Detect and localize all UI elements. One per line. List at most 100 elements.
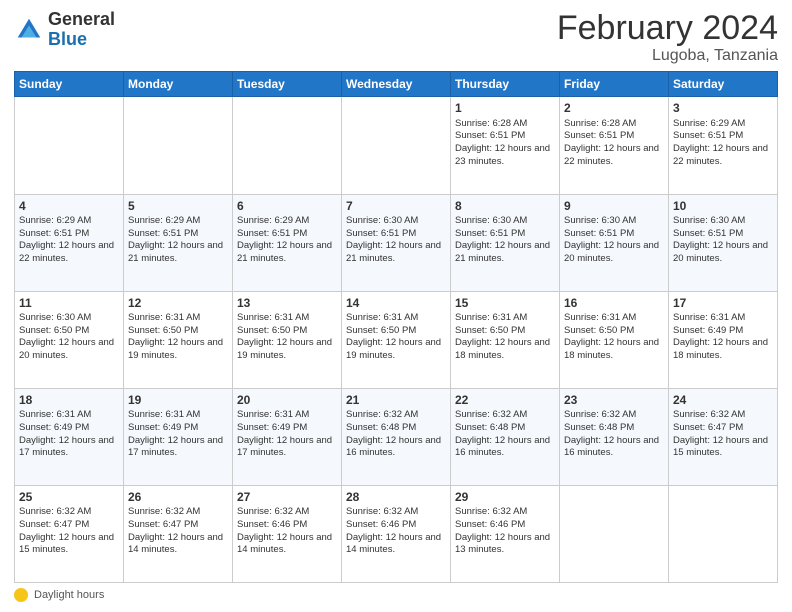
day-number: 14 <box>346 295 446 311</box>
day-info-line: Daylight: 12 hours and 19 minutes. <box>346 337 446 363</box>
day-info-line: Sunset: 6:51 PM <box>673 130 773 143</box>
calendar-cell: 4Sunrise: 6:29 AMSunset: 6:51 PMDaylight… <box>15 194 124 291</box>
calendar-cell: 29Sunrise: 6:32 AMSunset: 6:46 PMDayligh… <box>451 485 560 582</box>
day-info-line: Daylight: 12 hours and 17 minutes. <box>128 435 228 461</box>
day-info-line: Sunset: 6:49 PM <box>237 422 337 435</box>
day-info-line: Daylight: 12 hours and 14 minutes. <box>346 532 446 558</box>
day-info-line: Sunrise: 6:28 AM <box>455 118 555 131</box>
calendar-cell <box>560 485 669 582</box>
day-info-line: Daylight: 12 hours and 16 minutes. <box>455 435 555 461</box>
day-info-line: Sunrise: 6:30 AM <box>19 312 119 325</box>
day-number: 26 <box>128 489 228 505</box>
day-info-line: Sunrise: 6:32 AM <box>564 409 664 422</box>
day-number: 9 <box>564 198 664 214</box>
calendar-cell <box>233 97 342 194</box>
day-info-line: Sunrise: 6:32 AM <box>346 409 446 422</box>
calendar-week-5: 25Sunrise: 6:32 AMSunset: 6:47 PMDayligh… <box>15 485 778 582</box>
calendar-cell <box>342 97 451 194</box>
day-info-line: Sunrise: 6:32 AM <box>237 506 337 519</box>
day-number: 29 <box>455 489 555 505</box>
daylight-label: Daylight hours <box>34 589 104 601</box>
day-info-line: Daylight: 12 hours and 15 minutes. <box>673 435 773 461</box>
day-number: 10 <box>673 198 773 214</box>
day-info-line: Sunset: 6:51 PM <box>455 130 555 143</box>
calendar-cell <box>124 97 233 194</box>
calendar-cell: 14Sunrise: 6:31 AMSunset: 6:50 PMDayligh… <box>342 291 451 388</box>
calendar-week-3: 11Sunrise: 6:30 AMSunset: 6:50 PMDayligh… <box>15 291 778 388</box>
day-number: 22 <box>455 392 555 408</box>
calendar-cell: 8Sunrise: 6:30 AMSunset: 6:51 PMDaylight… <box>451 194 560 291</box>
day-info-line: Sunset: 6:51 PM <box>19 228 119 241</box>
weekday-header-sunday: Sunday <box>15 72 124 97</box>
day-info-line: Sunset: 6:51 PM <box>237 228 337 241</box>
calendar-week-4: 18Sunrise: 6:31 AMSunset: 6:49 PMDayligh… <box>15 388 778 485</box>
day-info-line: Daylight: 12 hours and 17 minutes. <box>19 435 119 461</box>
calendar: SundayMondayTuesdayWednesdayThursdayFrid… <box>14 71 778 583</box>
day-info-line: Daylight: 12 hours and 18 minutes. <box>564 337 664 363</box>
calendar-cell: 2Sunrise: 6:28 AMSunset: 6:51 PMDaylight… <box>560 97 669 194</box>
day-info-line: Daylight: 12 hours and 18 minutes. <box>673 337 773 363</box>
day-info-line: Daylight: 12 hours and 14 minutes. <box>237 532 337 558</box>
calendar-week-1: 1Sunrise: 6:28 AMSunset: 6:51 PMDaylight… <box>15 97 778 194</box>
day-info-line: Daylight: 12 hours and 14 minutes. <box>128 532 228 558</box>
day-info-line: Sunset: 6:50 PM <box>455 325 555 338</box>
calendar-cell: 1Sunrise: 6:28 AMSunset: 6:51 PMDaylight… <box>451 97 560 194</box>
day-number: 23 <box>564 392 664 408</box>
weekday-header-saturday: Saturday <box>669 72 778 97</box>
logo-blue: Blue <box>48 30 115 50</box>
day-number: 2 <box>564 100 664 116</box>
calendar-cell: 17Sunrise: 6:31 AMSunset: 6:49 PMDayligh… <box>669 291 778 388</box>
day-info-line: Sunset: 6:51 PM <box>564 228 664 241</box>
day-info-line: Sunrise: 6:29 AM <box>19 215 119 228</box>
calendar-cell: 25Sunrise: 6:32 AMSunset: 6:47 PMDayligh… <box>15 485 124 582</box>
logo: General Blue <box>14 10 115 50</box>
day-info-line: Sunset: 6:50 PM <box>237 325 337 338</box>
calendar-cell: 5Sunrise: 6:29 AMSunset: 6:51 PMDaylight… <box>124 194 233 291</box>
day-info-line: Sunrise: 6:30 AM <box>346 215 446 228</box>
day-info-line: Sunset: 6:49 PM <box>19 422 119 435</box>
calendar-cell: 21Sunrise: 6:32 AMSunset: 6:48 PMDayligh… <box>342 388 451 485</box>
day-info-line: Sunset: 6:46 PM <box>237 519 337 532</box>
calendar-cell: 23Sunrise: 6:32 AMSunset: 6:48 PMDayligh… <box>560 388 669 485</box>
day-info-line: Daylight: 12 hours and 21 minutes. <box>455 240 555 266</box>
day-number: 7 <box>346 198 446 214</box>
day-info-line: Sunrise: 6:31 AM <box>237 409 337 422</box>
calendar-cell: 20Sunrise: 6:31 AMSunset: 6:49 PMDayligh… <box>233 388 342 485</box>
day-info-line: Daylight: 12 hours and 16 minutes. <box>564 435 664 461</box>
legend: Daylight hours <box>14 588 778 602</box>
day-info-line: Sunrise: 6:31 AM <box>128 312 228 325</box>
logo-icon <box>14 15 44 45</box>
calendar-cell: 24Sunrise: 6:32 AMSunset: 6:47 PMDayligh… <box>669 388 778 485</box>
day-info-line: Sunset: 6:50 PM <box>346 325 446 338</box>
day-info-line: Sunrise: 6:28 AM <box>564 118 664 131</box>
weekday-header-tuesday: Tuesday <box>233 72 342 97</box>
day-info-line: Sunrise: 6:31 AM <box>237 312 337 325</box>
day-number: 3 <box>673 100 773 116</box>
calendar-cell <box>15 97 124 194</box>
day-info-line: Daylight: 12 hours and 23 minutes. <box>455 143 555 169</box>
calendar-cell: 10Sunrise: 6:30 AMSunset: 6:51 PMDayligh… <box>669 194 778 291</box>
calendar-cell <box>669 485 778 582</box>
day-info-line: Sunset: 6:47 PM <box>128 519 228 532</box>
day-number: 12 <box>128 295 228 311</box>
calendar-cell: 26Sunrise: 6:32 AMSunset: 6:47 PMDayligh… <box>124 485 233 582</box>
day-info-line: Daylight: 12 hours and 21 minutes. <box>346 240 446 266</box>
day-info-line: Sunset: 6:47 PM <box>19 519 119 532</box>
day-info-line: Sunrise: 6:32 AM <box>455 506 555 519</box>
day-info-line: Daylight: 12 hours and 22 minutes. <box>19 240 119 266</box>
month-title: February 2024 <box>557 10 778 47</box>
day-number: 24 <box>673 392 773 408</box>
day-info-line: Sunset: 6:48 PM <box>455 422 555 435</box>
day-info-line: Sunrise: 6:30 AM <box>564 215 664 228</box>
calendar-cell: 12Sunrise: 6:31 AMSunset: 6:50 PMDayligh… <box>124 291 233 388</box>
day-info-line: Daylight: 12 hours and 22 minutes. <box>673 143 773 169</box>
day-info-line: Daylight: 12 hours and 21 minutes. <box>128 240 228 266</box>
day-info-line: Sunrise: 6:32 AM <box>455 409 555 422</box>
day-info-line: Daylight: 12 hours and 20 minutes. <box>19 337 119 363</box>
day-info-line: Sunrise: 6:32 AM <box>346 506 446 519</box>
day-info-line: Sunset: 6:48 PM <box>346 422 446 435</box>
day-number: 25 <box>19 489 119 505</box>
day-info-line: Daylight: 12 hours and 15 minutes. <box>19 532 119 558</box>
day-info-line: Sunrise: 6:31 AM <box>673 312 773 325</box>
day-info-line: Daylight: 12 hours and 17 minutes. <box>237 435 337 461</box>
